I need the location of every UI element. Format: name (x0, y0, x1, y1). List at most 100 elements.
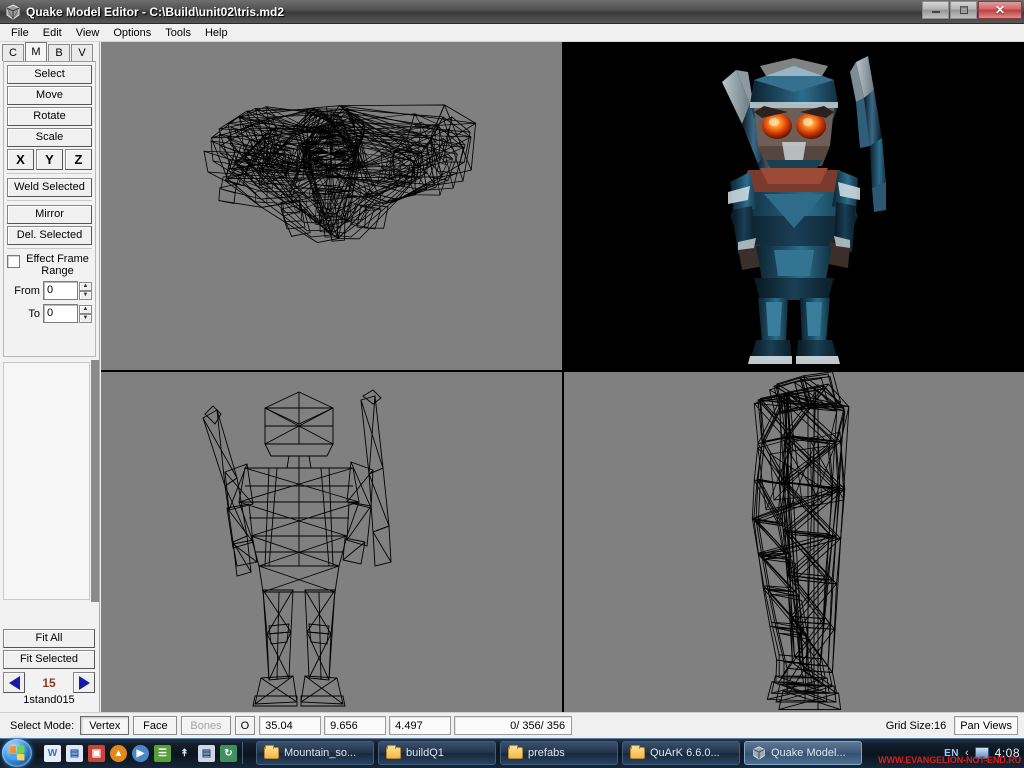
fit-controls: Fit All Fit Selected 15 1stand015 (3, 629, 95, 706)
taskbar-item-label: QuArK 6.6.0... (650, 747, 720, 759)
fit-all-button[interactable]: Fit All (3, 629, 95, 648)
effect-frame-from-row: From 0 ▲ ▼ (7, 281, 92, 300)
menu-view[interactable]: View (69, 25, 107, 41)
effect-frame-range-group: Effect Frame Range From 0 ▲ ▼ To (7, 253, 92, 323)
minimize-button[interactable] (922, 1, 949, 19)
mode-bones-button: Bones (181, 716, 230, 735)
effect-frame-to-row: To 0 ▲ ▼ (7, 304, 92, 323)
taskbar-item-quake-model-editor[interactable]: Quake Model... (744, 741, 862, 765)
save-icon[interactable]: ▣ (88, 745, 105, 762)
to-input[interactable]: 0 (43, 304, 78, 323)
rotate-button[interactable]: Rotate (7, 107, 92, 126)
main-area: C M B V Select Move Rotate Scale X Y Z W… (0, 42, 1024, 712)
from-stepper-up[interactable]: ▲ (79, 282, 92, 291)
axis-y-button[interactable]: Y (36, 149, 63, 170)
mirror-button[interactable]: Mirror (7, 205, 92, 224)
tool-panel-empty-area (3, 362, 90, 600)
coordinate-z-field: 4.497 (389, 716, 451, 735)
viewport-3d-render[interactable] (564, 42, 1024, 370)
menu-edit[interactable]: Edit (36, 25, 69, 41)
arrow-left-icon[interactable] (3, 672, 25, 693)
start-button[interactable] (2, 739, 32, 767)
tab-m[interactable]: M (25, 42, 47, 61)
coordinate-y-field: 9.656 (324, 716, 386, 735)
to-stepper: ▲ ▼ (79, 305, 92, 323)
weld-selected-button[interactable]: Weld Selected (7, 178, 92, 197)
taskbar-item-buildq1[interactable]: buildQ1 (378, 741, 496, 765)
to-stepper-down[interactable]: ▼ (79, 314, 92, 323)
maximize-button[interactable] (950, 1, 977, 19)
menu-options[interactable]: Options (106, 25, 158, 41)
to-stepper-up[interactable]: ▲ (79, 305, 92, 314)
folder-icon (264, 747, 279, 759)
taskbar-item-mountain[interactable]: Mountain_so... (256, 741, 374, 765)
menu-help[interactable]: Help (198, 25, 235, 41)
menu-tools[interactable]: Tools (158, 25, 198, 41)
viewport-top-view[interactable] (101, 42, 562, 370)
effect-frame-range-checkbox[interactable] (7, 255, 20, 268)
tab-b[interactable]: B (48, 44, 70, 61)
calculator-icon[interactable]: ▤ (198, 745, 215, 762)
quick-launch-bar: W ▤ ▣ ▲ ▶ ☰ ↟ ▤ ↻ (44, 745, 237, 762)
select-button[interactable]: Select (7, 65, 92, 84)
taskbar-divider (242, 742, 243, 764)
select-mode-label: Select Mode: (10, 720, 74, 732)
frame-number: 15 (25, 676, 73, 690)
axis-x-button[interactable]: X (7, 149, 34, 170)
pan-views-button[interactable]: Pan Views (954, 716, 1018, 735)
taskbar-item-label: Mountain_so... (284, 747, 356, 759)
effect-frame-range-label: Effect Frame Range (23, 253, 92, 277)
from-label: From (7, 285, 40, 297)
notes-icon[interactable]: ▤ (66, 745, 83, 762)
amule-icon[interactable]: ▲ (110, 745, 127, 762)
from-stepper-down[interactable]: ▼ (79, 291, 92, 300)
folder-icon (630, 747, 645, 759)
application-window: Quake Model Editor - C:\Build\unit02\tri… (0, 0, 1024, 768)
tool-tab-content: Select Move Rotate Scale X Y Z Weld Sele… (3, 61, 96, 357)
to-label: To (7, 308, 40, 320)
window-controls: ✕ (922, 1, 1022, 19)
title-bar: Quake Model Editor - C:\Build\unit02\tri… (0, 0, 1024, 24)
taskbar-item-quark[interactable]: QuArK 6.6.0... (622, 741, 740, 765)
tab-c[interactable]: C (2, 44, 24, 61)
viewport-side-view[interactable] (564, 372, 1024, 712)
tool-panel-scroll-strip[interactable] (91, 360, 99, 602)
vertex-count-field: 0/ 356/ 356 (454, 716, 572, 735)
axis-z-button[interactable]: Z (65, 149, 92, 170)
cube-icon (5, 4, 21, 20)
taskbar-item-label: buildQ1 (406, 747, 444, 759)
frame-navigator: 15 (3, 672, 95, 693)
del-selected-button[interactable]: Del. Selected (7, 226, 92, 245)
window-title: Quake Model Editor - C:\Build\unit02\tri… (26, 5, 284, 19)
taskbar-item-label: Quake Model... (771, 747, 846, 759)
media-player-icon[interactable]: ▶ (132, 745, 149, 762)
effect-frame-range-label-line2: Range (41, 265, 73, 277)
mode-face-button[interactable]: Face (133, 716, 177, 735)
divider (7, 248, 92, 249)
refresh-icon[interactable]: ↻ (220, 745, 237, 762)
close-button[interactable]: ✕ (978, 1, 1022, 19)
viewport-front-view[interactable] (101, 372, 562, 712)
scale-button[interactable]: Scale (7, 128, 92, 147)
windows-logo-icon (10, 745, 25, 760)
menu-file[interactable]: File (4, 25, 36, 41)
watermark-text: WWW.EVANGELION-NOT-END.RU (878, 755, 1021, 765)
phone-icon[interactable]: ☰ (154, 745, 171, 762)
mode-vertex-button[interactable]: Vertex (80, 716, 129, 735)
from-input[interactable]: 0 (43, 281, 78, 300)
mode-o-button[interactable]: O (235, 716, 256, 735)
menu-bar: File Edit View Options Tools Help (0, 24, 1024, 42)
frame-name: 1stand015 (3, 694, 95, 706)
effect-frame-range-label-line1: Effect Frame (26, 253, 89, 265)
taskbar-item-prefabs[interactable]: prefabs (500, 741, 618, 765)
word-icon[interactable]: W (44, 745, 61, 762)
antenna-icon[interactable]: ↟ (176, 745, 193, 762)
viewport-grid (101, 42, 1024, 712)
tab-v[interactable]: V (71, 44, 93, 61)
fit-selected-button[interactable]: Fit Selected (3, 650, 95, 669)
divider (7, 200, 92, 201)
arrow-right-icon[interactable] (73, 672, 95, 693)
move-button[interactable]: Move (7, 86, 92, 105)
taskbar-buttons: Mountain_so... buildQ1 prefabs QuArK 6.6… (256, 741, 862, 765)
taskbar: W ▤ ▣ ▲ ▶ ☰ ↟ ▤ ↻ Mountain_so... buildQ1… (0, 738, 1024, 768)
